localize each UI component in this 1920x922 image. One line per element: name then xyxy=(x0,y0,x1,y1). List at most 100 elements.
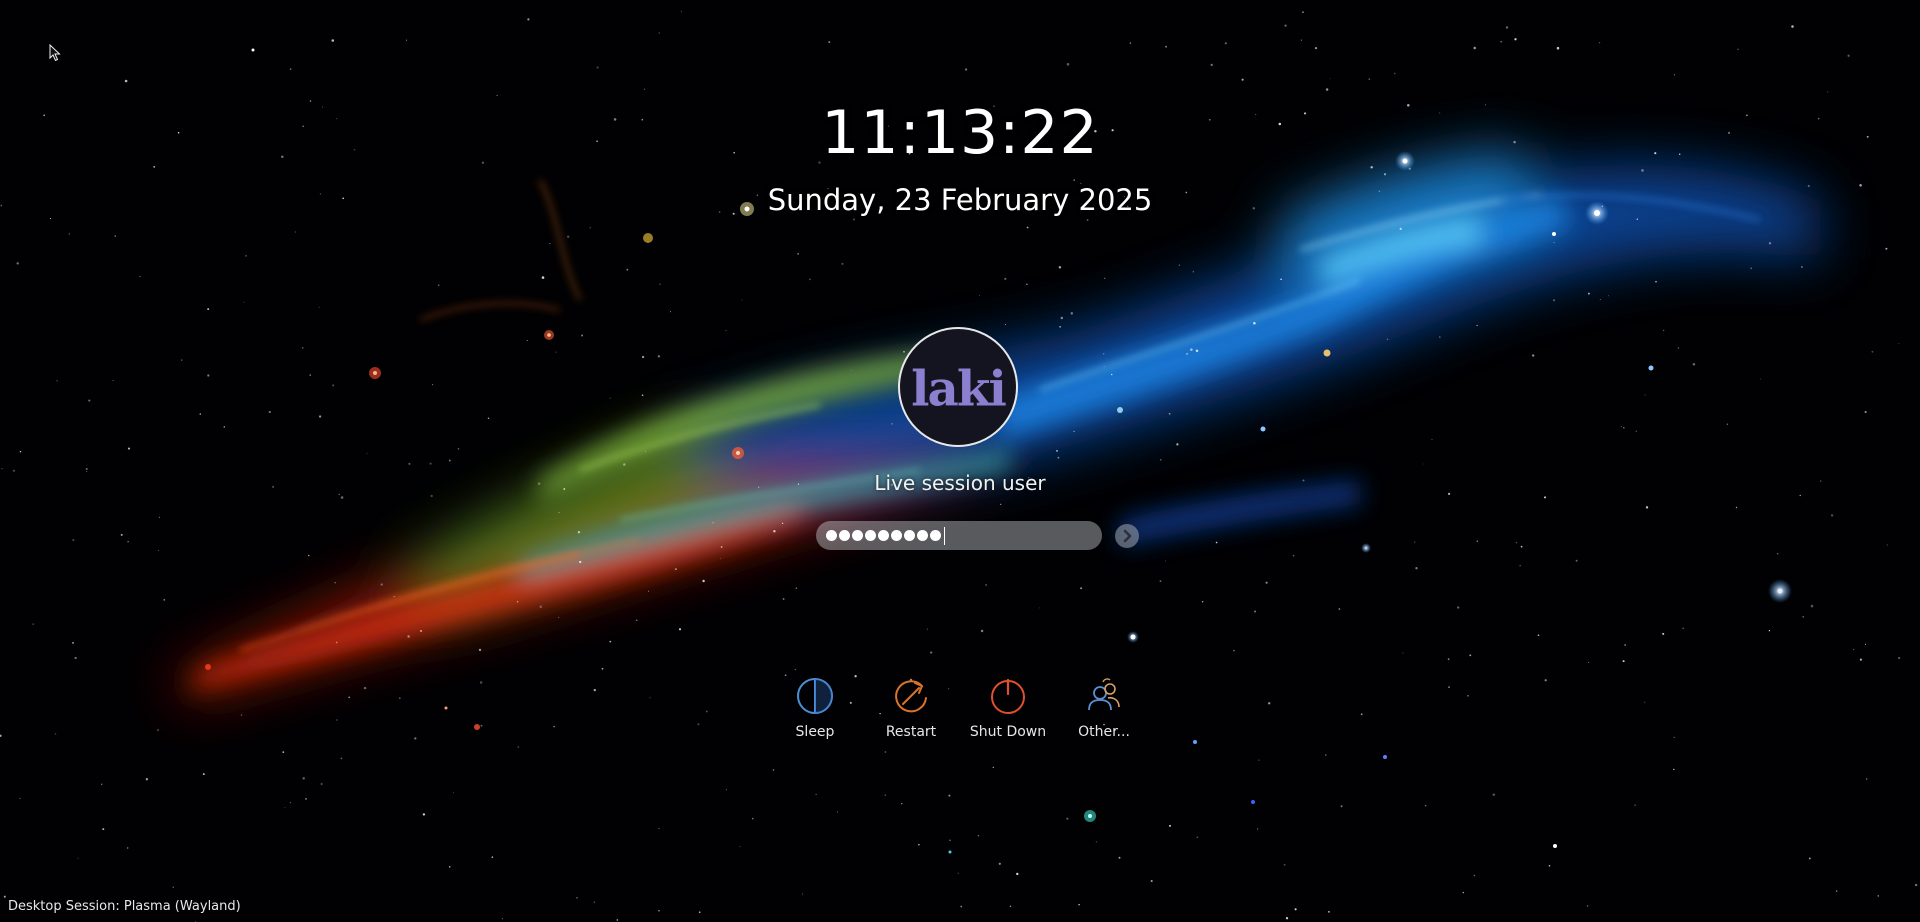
star xyxy=(1515,541,1518,544)
star xyxy=(649,697,651,699)
star xyxy=(1810,604,1814,608)
star xyxy=(702,579,705,583)
star xyxy=(815,793,817,795)
star xyxy=(1080,587,1083,590)
star xyxy=(1073,430,1075,433)
star xyxy=(1026,226,1029,229)
star xyxy=(1070,312,1074,315)
star xyxy=(1103,366,1105,368)
star xyxy=(1552,299,1556,302)
star xyxy=(1830,514,1834,517)
star xyxy=(647,590,649,592)
star xyxy=(114,235,116,237)
star xyxy=(1185,352,1189,356)
sleep-icon xyxy=(797,678,833,714)
star xyxy=(1663,329,1665,331)
star xyxy=(1776,552,1779,555)
star xyxy=(1424,804,1427,807)
star xyxy=(1644,701,1646,703)
star xyxy=(1103,353,1105,355)
star xyxy=(1835,890,1838,892)
star xyxy=(72,539,75,542)
star xyxy=(1338,608,1341,610)
star xyxy=(1519,565,1521,567)
login-button[interactable] xyxy=(1115,524,1139,548)
star xyxy=(1292,554,1295,557)
star xyxy=(305,797,307,800)
star xyxy=(720,546,723,548)
star xyxy=(1544,679,1547,682)
star xyxy=(1,468,3,470)
star xyxy=(432,384,434,386)
star xyxy=(751,817,754,820)
star xyxy=(85,468,88,470)
star xyxy=(1368,78,1371,80)
star xyxy=(1674,74,1675,76)
password-dot xyxy=(865,530,876,541)
password-dot xyxy=(852,530,863,541)
star xyxy=(1314,46,1318,50)
star xyxy=(828,41,831,44)
star xyxy=(1548,864,1551,867)
star xyxy=(243,301,245,303)
star xyxy=(801,893,803,895)
star xyxy=(1078,903,1080,906)
star xyxy=(19,450,22,453)
star xyxy=(72,642,74,644)
star xyxy=(1176,443,1179,446)
star xyxy=(1645,506,1649,509)
star xyxy=(1871,350,1874,353)
clock-time: 11:13:22 xyxy=(821,98,1099,168)
star xyxy=(479,681,483,684)
other-user-button[interactable]: Other... xyxy=(1059,672,1149,752)
star xyxy=(645,450,647,452)
star xyxy=(1620,425,1622,428)
password-dot xyxy=(930,530,941,541)
star xyxy=(992,766,994,769)
star xyxy=(1283,863,1286,866)
star xyxy=(101,783,103,785)
star xyxy=(566,235,570,238)
star xyxy=(1168,412,1171,415)
star xyxy=(1553,241,1555,244)
star xyxy=(948,794,951,797)
star xyxy=(1662,632,1665,635)
star xyxy=(1329,78,1331,80)
star xyxy=(1168,824,1172,827)
star xyxy=(891,423,893,425)
star xyxy=(202,773,205,776)
star xyxy=(1760,378,1762,380)
star xyxy=(739,846,741,848)
star xyxy=(268,410,271,414)
star xyxy=(978,294,980,296)
star xyxy=(56,380,58,382)
star xyxy=(725,789,727,791)
star xyxy=(1473,874,1476,877)
star xyxy=(419,629,423,633)
shutdown-button[interactable]: Shut Down xyxy=(963,672,1053,752)
star xyxy=(1360,713,1363,716)
star xyxy=(641,394,644,396)
star xyxy=(589,227,591,229)
star xyxy=(54,733,57,735)
star xyxy=(681,10,682,12)
laki-logo-avatar: laki xyxy=(901,330,1015,444)
star xyxy=(163,598,166,601)
star xyxy=(294,231,296,233)
star xyxy=(930,651,933,654)
star xyxy=(1575,559,1578,562)
session-selector[interactable]: Desktop Session: Plasma (Wayland) xyxy=(8,899,241,914)
star xyxy=(1159,580,1162,582)
restart-label: Restart xyxy=(885,724,937,740)
restart-button[interactable]: Restart xyxy=(866,672,956,752)
star xyxy=(720,557,722,559)
star xyxy=(207,308,210,311)
password-input[interactable] xyxy=(816,521,1102,550)
star xyxy=(1877,895,1880,897)
star xyxy=(1258,759,1260,761)
star xyxy=(124,79,128,83)
star xyxy=(331,39,335,42)
sleep-button[interactable]: Sleep xyxy=(770,672,860,752)
star xyxy=(49,217,52,220)
star xyxy=(772,769,775,771)
